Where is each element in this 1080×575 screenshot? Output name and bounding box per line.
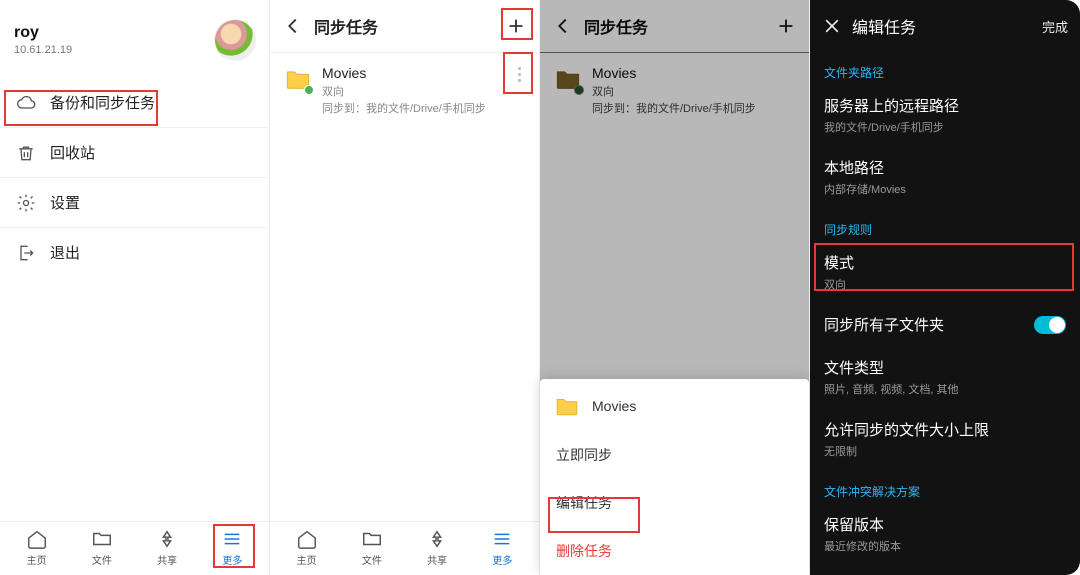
menu-recycle[interactable]: 回收站 [0,128,269,178]
user-ip: 10.61.21.19 [14,44,72,56]
logout-icon [16,243,36,263]
nav-home[interactable]: 主页 [296,528,318,567]
nav-files[interactable]: 文件 [361,528,383,567]
item-filetype[interactable]: 文件类型 照片, 音频, 视频, 文档, 其他 [810,347,1080,409]
page-title: 编辑任务 [852,14,1032,38]
action-sheet: Movies 立即同步 编辑任务 删除任务 [540,379,809,575]
close-icon[interactable] [822,16,842,36]
menu-backup-sync[interactable]: 备份和同步任务 [0,78,269,128]
user-name: roy [14,24,72,42]
section-conflict: 文件冲突解决方案 [810,471,1080,504]
menu-exit[interactable]: 退出 [0,228,269,277]
item-remote-path[interactable]: 服务器上的远程路径 我的文件/Drive/手机同步 [810,85,1080,147]
folder-synced-icon [284,65,312,93]
menu-label: 退出 [50,242,80,263]
folder-icon [554,393,580,419]
pane-more: roy 10.61.21.19 备份和同步任务 回收站 设置 退出 主页 [0,0,270,575]
toggle-on-icon[interactable] [1034,316,1066,334]
section-path: 文件夹路径 [810,52,1080,85]
folder-icon [361,528,383,550]
bottom-nav: 主页 文件 共享 更多 [0,521,269,575]
task-row[interactable]: Movies 双向 同步到：我的文件/Drive/手机同步 [270,53,539,128]
page-title: 同步任务 [314,14,495,38]
sheet-sync-now[interactable]: 立即同步 [540,431,809,479]
nav-share[interactable]: 共享 [426,528,448,567]
bottom-nav: 主页 文件 共享 更多 [270,521,539,575]
item-mode[interactable]: 模式 双向 [810,242,1080,304]
sheet-edit-task[interactable]: 编辑任务 [540,479,809,527]
home-icon [26,528,48,550]
nav-more[interactable]: 更多 [221,528,243,567]
share-icon [156,528,178,550]
task-mode: 双向 [322,83,486,99]
gear-icon [16,193,36,213]
menu-icon [491,528,513,550]
pane-edit-task: 编辑任务 完成 文件夹路径 服务器上的远程路径 我的文件/Drive/手机同步 … [810,0,1080,575]
pane-sync-tasks: 同步任务 Movies 双向 同步到：我的文件/Drive/手机同步 主页 [270,0,540,575]
user-block[interactable]: roy 10.61.21.19 [14,24,72,56]
nav-share[interactable]: 共享 [156,528,178,567]
sheet-title: Movies [592,398,636,414]
done-button[interactable]: 完成 [1042,17,1068,36]
nav-home[interactable]: 主页 [26,528,48,567]
menu-icon [221,528,243,550]
folder-icon [91,528,113,550]
item-subfolders[interactable]: 同步所有子文件夹 [810,304,1080,347]
menu-label: 回收站 [50,142,95,163]
section-rules: 同步规则 [810,209,1080,242]
nav-more[interactable]: 更多 [491,528,513,567]
task-more-button[interactable] [509,67,529,82]
home-icon [296,528,318,550]
pane-sync-tasks-sheet: 同步任务 Movies 双向 同步到：我的文件/Drive/手机同步 Movie… [540,0,810,575]
menu-label: 备份和同步任务 [50,92,155,113]
task-name: Movies [322,65,486,81]
trash-icon [16,143,36,163]
item-local-path[interactable]: 本地路径 内部存储/Movies [810,147,1080,209]
item-keep-version[interactable]: 保留版本 最近修改的版本 [810,504,1080,566]
sheet-delete-task[interactable]: 删除任务 [540,527,809,575]
nav-files[interactable]: 文件 [91,528,113,567]
menu-label: 设置 [50,192,80,213]
item-sizelimit[interactable]: 允许同步的文件大小上限 无限制 [810,409,1080,471]
add-icon[interactable] [505,15,527,37]
task-dest: 同步到：我的文件/Drive/手机同步 [322,100,486,116]
menu-settings[interactable]: 设置 [0,178,269,228]
item-keep-renamed[interactable]: 将另一个版本重命名并保留 [810,566,1080,575]
cloud-icon [16,93,36,113]
share-icon [426,528,448,550]
back-icon[interactable] [282,15,304,37]
avatar[interactable] [215,20,255,60]
